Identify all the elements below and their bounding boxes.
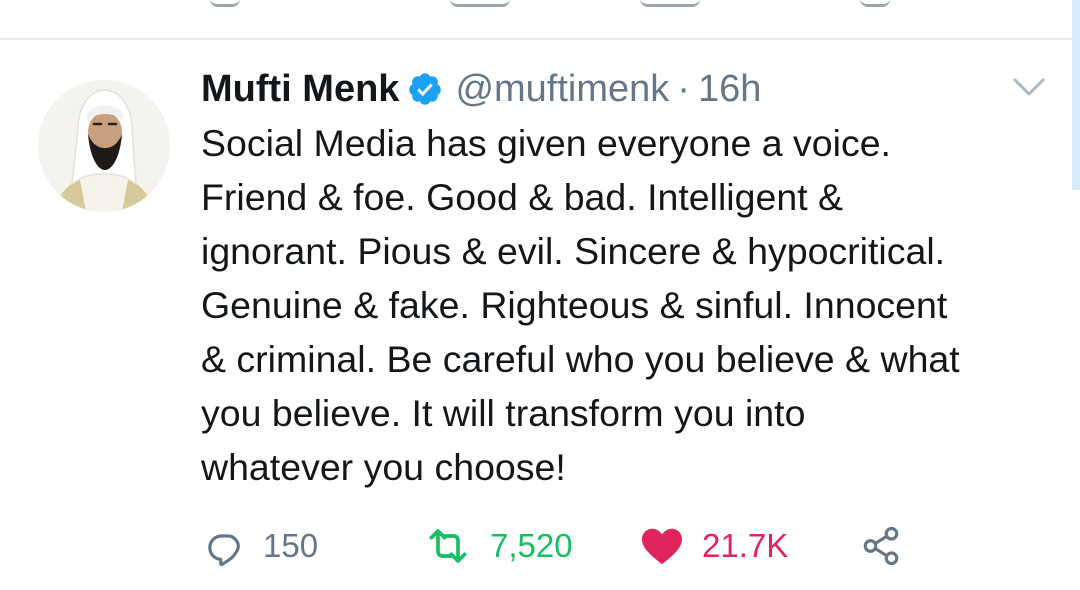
heart-icon xyxy=(642,528,682,565)
author-handle[interactable]: @muftimenk xyxy=(455,68,669,111)
tweet-text: Social Media has given everyone a voice.… xyxy=(201,116,1051,494)
share-button[interactable] xyxy=(860,518,902,574)
tweet-text-line: ignorant. Pious & evil. Sincere & hypocr… xyxy=(201,230,946,272)
tweet-text-line: Friend & foe. Good & bad. Intelligent & xyxy=(201,176,844,218)
reply-button[interactable]: 150 xyxy=(205,518,318,574)
tweet-text-line: Social Media has given everyone a voice. xyxy=(201,122,891,164)
share-icon xyxy=(863,526,899,566)
tweet-text-line: you believe. It will transform you into xyxy=(201,392,806,434)
verified-badge-icon xyxy=(409,73,442,105)
tweet-timestamp[interactable]: 16h xyxy=(698,68,761,111)
like-button[interactable]: 21.7K xyxy=(640,518,788,574)
like-count: 21.7K xyxy=(702,527,789,564)
author-name[interactable]: Mufti Menk xyxy=(201,68,399,111)
tweet-text-line: & criminal. Be careful who you believe &… xyxy=(201,338,960,380)
retweet-count: 7,520 xyxy=(490,527,573,564)
tweet-screen: Mufti Menk @muftimenk · 16h Social Media… xyxy=(0,0,1080,590)
avatar-image xyxy=(38,80,170,212)
retweet-button[interactable]: 7,520 xyxy=(424,518,573,574)
chevron-down-icon[interactable] xyxy=(1010,74,1048,100)
reply-icon xyxy=(208,534,240,566)
tweet-header: Mufti Menk @muftimenk · 16h xyxy=(201,66,761,112)
tweet-text-line: Genuine & fake. Righteous & sinful. Inno… xyxy=(201,284,948,326)
scroll-indicator[interactable] xyxy=(1072,0,1080,190)
header-separator: · xyxy=(677,67,690,110)
tweet-actions: 150 7,520 21.7K xyxy=(0,518,1080,574)
retweet-icon xyxy=(429,529,467,563)
author-avatar[interactable] xyxy=(38,80,170,212)
previous-tweet-actions-cutoff xyxy=(200,0,900,7)
reply-count: 150 xyxy=(263,527,319,564)
tweet-divider xyxy=(0,38,1080,40)
tweet-text-line: whatever you choose! xyxy=(201,446,566,488)
